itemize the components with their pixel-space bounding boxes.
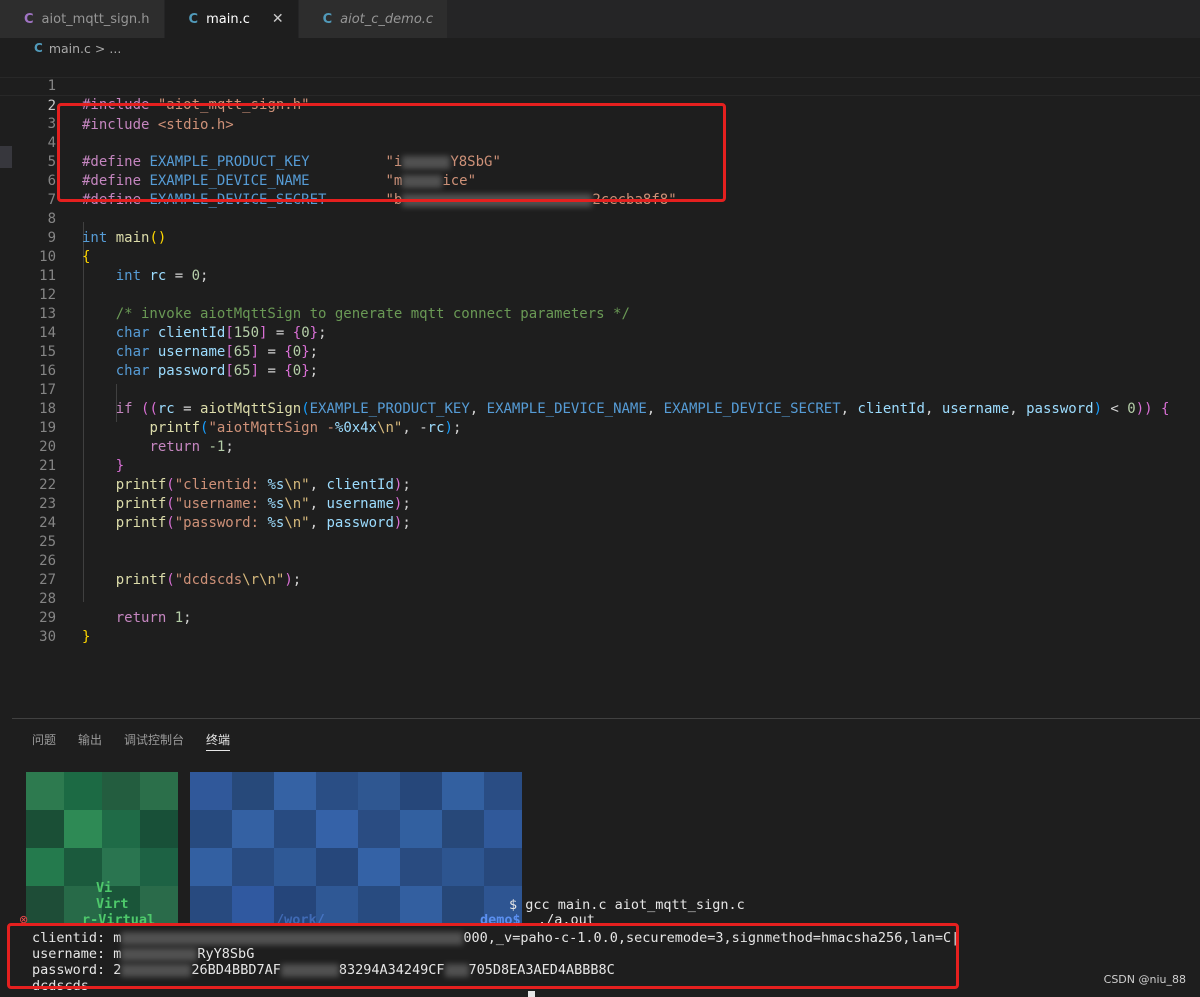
code-line-11: 11 bbox=[0, 248, 1200, 284]
code-line-28: 28 return 1; bbox=[0, 571, 1200, 626]
code-line-22: 22 printf("username: %s\n", username); bbox=[0, 457, 1200, 512]
code-line-26: 26 printf("dcdscds\r\n"); bbox=[0, 533, 1200, 588]
code-line-25: 25 bbox=[0, 514, 1200, 550]
breadcrumb-symbols[interactable]: ... bbox=[109, 41, 121, 56]
code-line-9: 9 { bbox=[0, 210, 1200, 265]
breadcrumb: C main.c > ... bbox=[0, 38, 1200, 58]
code-line-16: 16 bbox=[0, 343, 1200, 379]
tab-aiot-mqtt-sign-h[interactable]: C aiot_mqtt_sign.h bbox=[0, 0, 165, 38]
code-line-23: 23 printf("password: %s\n", password); bbox=[0, 476, 1200, 531]
terminal-prompt-fragment: Virt bbox=[96, 896, 129, 912]
c-file-icon: C bbox=[24, 11, 34, 27]
tab-aiot-c-demo-c[interactable]: C aiot_c_demo.c bbox=[298, 0, 449, 38]
c-file-icon: C bbox=[188, 11, 199, 27]
tab-problems[interactable]: 问题 bbox=[32, 731, 56, 751]
tab-label: aiot_c_demo.c bbox=[340, 11, 434, 27]
code-line-12: 12 /* invoke aiotMqttSign to generate mq… bbox=[0, 267, 1200, 322]
code-line-24: 24 bbox=[0, 495, 1200, 531]
line-number: 30 bbox=[39, 629, 56, 645]
tab-label: main.c bbox=[206, 11, 250, 27]
code-line-19: 19 return -1; bbox=[0, 400, 1200, 455]
editor-tab-bar: C aiot_mqtt_sign.h C main.c ✕ C aiot_c_d… bbox=[0, 0, 1200, 38]
terminal-prompt-fragment: Vi bbox=[96, 880, 113, 896]
code-line-14: 14 char username[65] = {0}; bbox=[0, 305, 1200, 360]
tab-label: aiot_mqtt_sign.h bbox=[41, 11, 150, 27]
code-line-17: 17 if ((rc = aiotMqttSign(EXAMPLE_PRODUC… bbox=[0, 362, 1200, 417]
tab-bar-empty-space bbox=[448, 0, 1200, 38]
c-file-icon: C bbox=[34, 41, 43, 55]
code-line-10: 10 int rc = 0; bbox=[0, 229, 1200, 284]
tab-output[interactable]: 输出 bbox=[78, 731, 102, 751]
code-line-2: 2 #include <stdio.h> bbox=[0, 77, 1200, 133]
highlight-box-defines bbox=[57, 103, 726, 202]
code-line-29: 29 } bbox=[0, 590, 1200, 645]
terminal-cursor[interactable] bbox=[528, 990, 535, 997]
tab-debug-console[interactable]: 调试控制台 bbox=[124, 731, 184, 751]
code-line-18: 18 printf("aiotMqttSign -%0x4x\n", -rc); bbox=[0, 381, 1200, 436]
code-line-1: 1 #include "aiot_mqtt_sign.h" bbox=[0, 58, 1200, 113]
highlight-box-output bbox=[7, 923, 959, 989]
code-line-21: 21 printf("clientid: %s\n", clientId); bbox=[0, 438, 1200, 493]
code-line-20: 20 } bbox=[0, 419, 1200, 474]
terminal-gcc-command: $ gcc main.c aiot_mqtt_sign.c bbox=[509, 897, 745, 913]
code-line-27: 27 bbox=[0, 552, 1200, 588]
code-editor[interactable]: 1 #include "aiot_mqtt_sign.h" 2 #include… bbox=[0, 58, 1200, 718]
tab-main-c[interactable]: C main.c ✕ bbox=[164, 0, 299, 38]
close-icon[interactable]: ✕ bbox=[272, 11, 284, 27]
breadcrumb-separator: > bbox=[94, 40, 106, 56]
c-file-icon: C bbox=[322, 11, 333, 27]
code-line-30: 30 bbox=[0, 609, 1200, 645]
tab-terminal[interactable]: 终端 bbox=[206, 731, 231, 751]
watermark: CSDN @niu_88 bbox=[1103, 973, 1186, 986]
breadcrumb-file[interactable]: main.c bbox=[49, 41, 91, 56]
code-line-13: 13 char clientId[150] = {0}; bbox=[0, 286, 1200, 341]
panel-tab-bar: 问题 输出 调试控制台 终端 bbox=[32, 731, 252, 751]
code-line-15: 15 char password[65] = {0}; bbox=[0, 324, 1200, 379]
